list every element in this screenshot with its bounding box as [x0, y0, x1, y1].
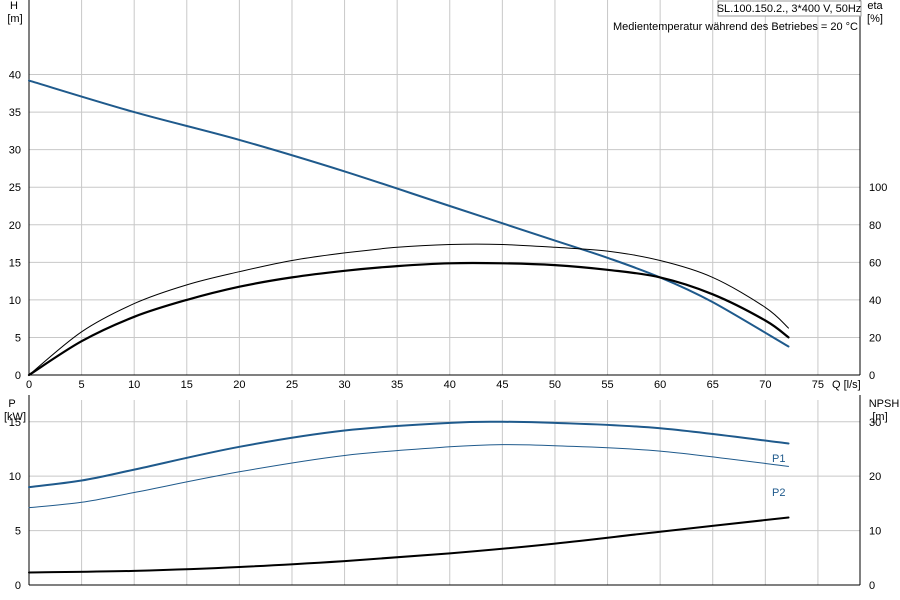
bottom-right-tick-label: 10: [869, 526, 881, 538]
x-tick-label: 50: [549, 379, 561, 391]
top-chart-curves: [27, 79, 790, 377]
top-right-tick-label: 80: [869, 220, 881, 232]
top-chart-grid: [28, 0, 861, 376]
top-curve-h: [28, 79, 790, 348]
top-right-tick-label: 100: [869, 182, 887, 194]
x-tick-label: 30: [338, 379, 350, 391]
p-axis-label: P: [8, 398, 15, 410]
bottom-left-tick-label: 5: [15, 526, 21, 538]
bottom-left-tick-label: 10: [9, 471, 21, 483]
eta-axis-unit: [%]: [867, 13, 883, 25]
title-box-text: SL.100.150.2., 3*400 V, 50Hz: [717, 3, 862, 15]
top-left-tick-label: 15: [9, 257, 21, 269]
x-axis-label: Q [l/s]: [832, 379, 861, 391]
top-left-tick-label: 0: [15, 370, 21, 382]
p2-series-label: P2: [772, 487, 785, 499]
top-left-tick-label: 25: [9, 182, 21, 194]
x-tick-label: 65: [707, 379, 719, 391]
bottom-curve-p1: [28, 420, 790, 489]
p-axis-unit: [kW]: [4, 411, 26, 423]
x-tick-label: 60: [654, 379, 666, 391]
top-left-tick-label: 10: [9, 295, 21, 307]
bottom-left-tick-label: 0: [15, 580, 21, 592]
eta-axis-label: eta: [867, 0, 883, 12]
top-right-tick-label: 40: [869, 295, 881, 307]
top-right-tick-label: 60: [869, 257, 881, 269]
top-right-tick-label: 20: [869, 332, 881, 344]
x-tick-label: 75: [812, 379, 824, 391]
bottom-curve-npsh: [28, 516, 790, 574]
top-curve-eta1: [28, 243, 789, 376]
top-curve-eta2: [27, 261, 790, 377]
top-chart-tick-labels: 0 5 10 15 20 25 30 35 40 0 20 40 60 80 100 0 5 10 15 20 25 30…: [9, 70, 888, 391]
x-tick-label: 10: [128, 379, 140, 391]
x-tick-label: 5: [79, 379, 85, 391]
p1-series-label: P1: [772, 453, 785, 465]
temperature-annotation: Medientemperatur während des Betriebes =…: [613, 21, 858, 33]
bottom-right-tick-label: 0: [869, 580, 875, 592]
x-tick-label: 15: [181, 379, 193, 391]
x-tick-label: 35: [391, 379, 403, 391]
x-tick-label: 25: [286, 379, 298, 391]
top-right-tick-label: 0: [869, 370, 875, 382]
top-left-tick-label: 30: [9, 145, 21, 157]
h-axis-unit: [m]: [7, 13, 22, 25]
npsh-axis-label: NPSH: [869, 398, 900, 410]
bottom-right-tick-label: 20: [869, 471, 881, 483]
h-axis-label: H: [10, 0, 18, 12]
x-tick-label: 0: [26, 379, 32, 391]
top-left-tick-label: 35: [9, 107, 21, 119]
bottom-chart-curves: [28, 420, 790, 574]
top-left-tick-label: 20: [9, 220, 21, 232]
top-left-tick-label: 40: [9, 70, 21, 82]
x-tick-label: 20: [233, 379, 245, 391]
x-tick-label: 55: [601, 379, 613, 391]
npsh-axis-unit: [m]: [872, 411, 887, 423]
pump-performance-chart: 05101520253035400204060801000 5 10 15 20 25 30…: [4, 0, 900, 592]
x-tick-label: 45: [496, 379, 508, 391]
top-left-tick-label: 5: [15, 332, 21, 344]
x-tick-label: 40: [444, 379, 456, 391]
x-tick-label: 70: [759, 379, 771, 391]
bottom-chart-tick-labels: 0510150102030: [9, 417, 882, 592]
